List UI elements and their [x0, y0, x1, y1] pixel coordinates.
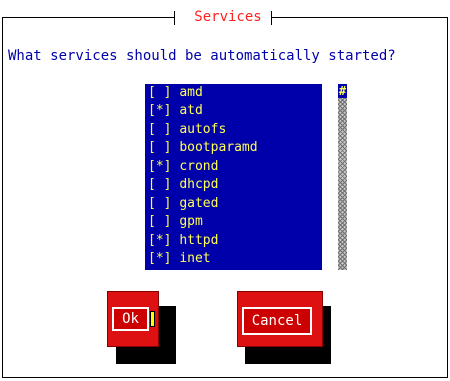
frame-left: [2, 17, 3, 377]
frame-right: [447, 17, 448, 377]
checkbox-mark: [*]: [148, 251, 172, 266]
service-name: atd: [179, 103, 203, 118]
list-item-bootparamd[interactable]: [ ] bootparamd: [148, 139, 258, 157]
service-name: autofs: [179, 122, 227, 137]
scrollbar-thumb[interactable]: #: [338, 84, 347, 98]
service-name: dhcpd: [179, 177, 219, 192]
ok-button-label: Ok: [122, 311, 139, 327]
checkbox-mark: [*]: [148, 159, 172, 174]
services-prompt: What services should be automatically st…: [8, 48, 396, 64]
services-dialog: Services What services should be automat…: [0, 0, 450, 381]
list-item-inet[interactable]: [*] inet: [148, 250, 211, 268]
list-item-autofs[interactable]: [ ] autofs: [148, 121, 226, 139]
service-name: gated: [179, 196, 219, 211]
service-name: bootparamd: [179, 140, 258, 155]
list-item-gated[interactable]: [ ] gated: [148, 195, 218, 213]
cancel-button-label: Cancel: [251, 313, 303, 329]
frame-top-right: [272, 17, 448, 18]
list-item-dhcpd[interactable]: [ ] dhcpd: [148, 176, 218, 194]
checkbox-mark: [ ]: [148, 140, 172, 155]
focus-cursor: [150, 311, 155, 327]
checkbox-mark: [ ]: [148, 85, 172, 100]
dialog-title: Services: [194, 9, 262, 25]
title-left-tick: [174, 11, 175, 25]
list-item-crond[interactable]: [*] crond: [148, 158, 218, 176]
service-name: gpm: [179, 214, 203, 229]
checkbox-mark: [ ]: [148, 177, 172, 192]
ok-button[interactable]: Ok: [112, 307, 149, 331]
checkbox-mark: [ ]: [148, 214, 172, 229]
checkbox-mark: [*]: [148, 103, 172, 118]
cancel-button[interactable]: Cancel: [242, 307, 312, 335]
frame-top-left: [2, 17, 174, 18]
checkbox-mark: [*]: [148, 233, 172, 248]
list-scrollbar[interactable]: #: [338, 84, 347, 270]
list-item-gpm[interactable]: [ ] gpm: [148, 213, 203, 231]
list-item-httpd[interactable]: [*] httpd: [148, 232, 218, 250]
service-name: httpd: [179, 233, 219, 248]
service-name: amd: [179, 85, 203, 100]
title-right-tick: [271, 11, 272, 25]
checkbox-mark: [ ]: [148, 196, 172, 211]
service-name: crond: [179, 159, 219, 174]
list-item-atd[interactable]: [*] atd: [148, 102, 203, 120]
frame-bottom: [2, 377, 448, 378]
checkbox-mark: [ ]: [148, 122, 172, 137]
list-item-amd[interactable]: [ ] amd: [148, 84, 203, 102]
service-name: inet: [179, 251, 211, 266]
services-listbox[interactable]: [ ] amd [*] atd [ ] autofs [ ] bootparam…: [145, 84, 322, 270]
